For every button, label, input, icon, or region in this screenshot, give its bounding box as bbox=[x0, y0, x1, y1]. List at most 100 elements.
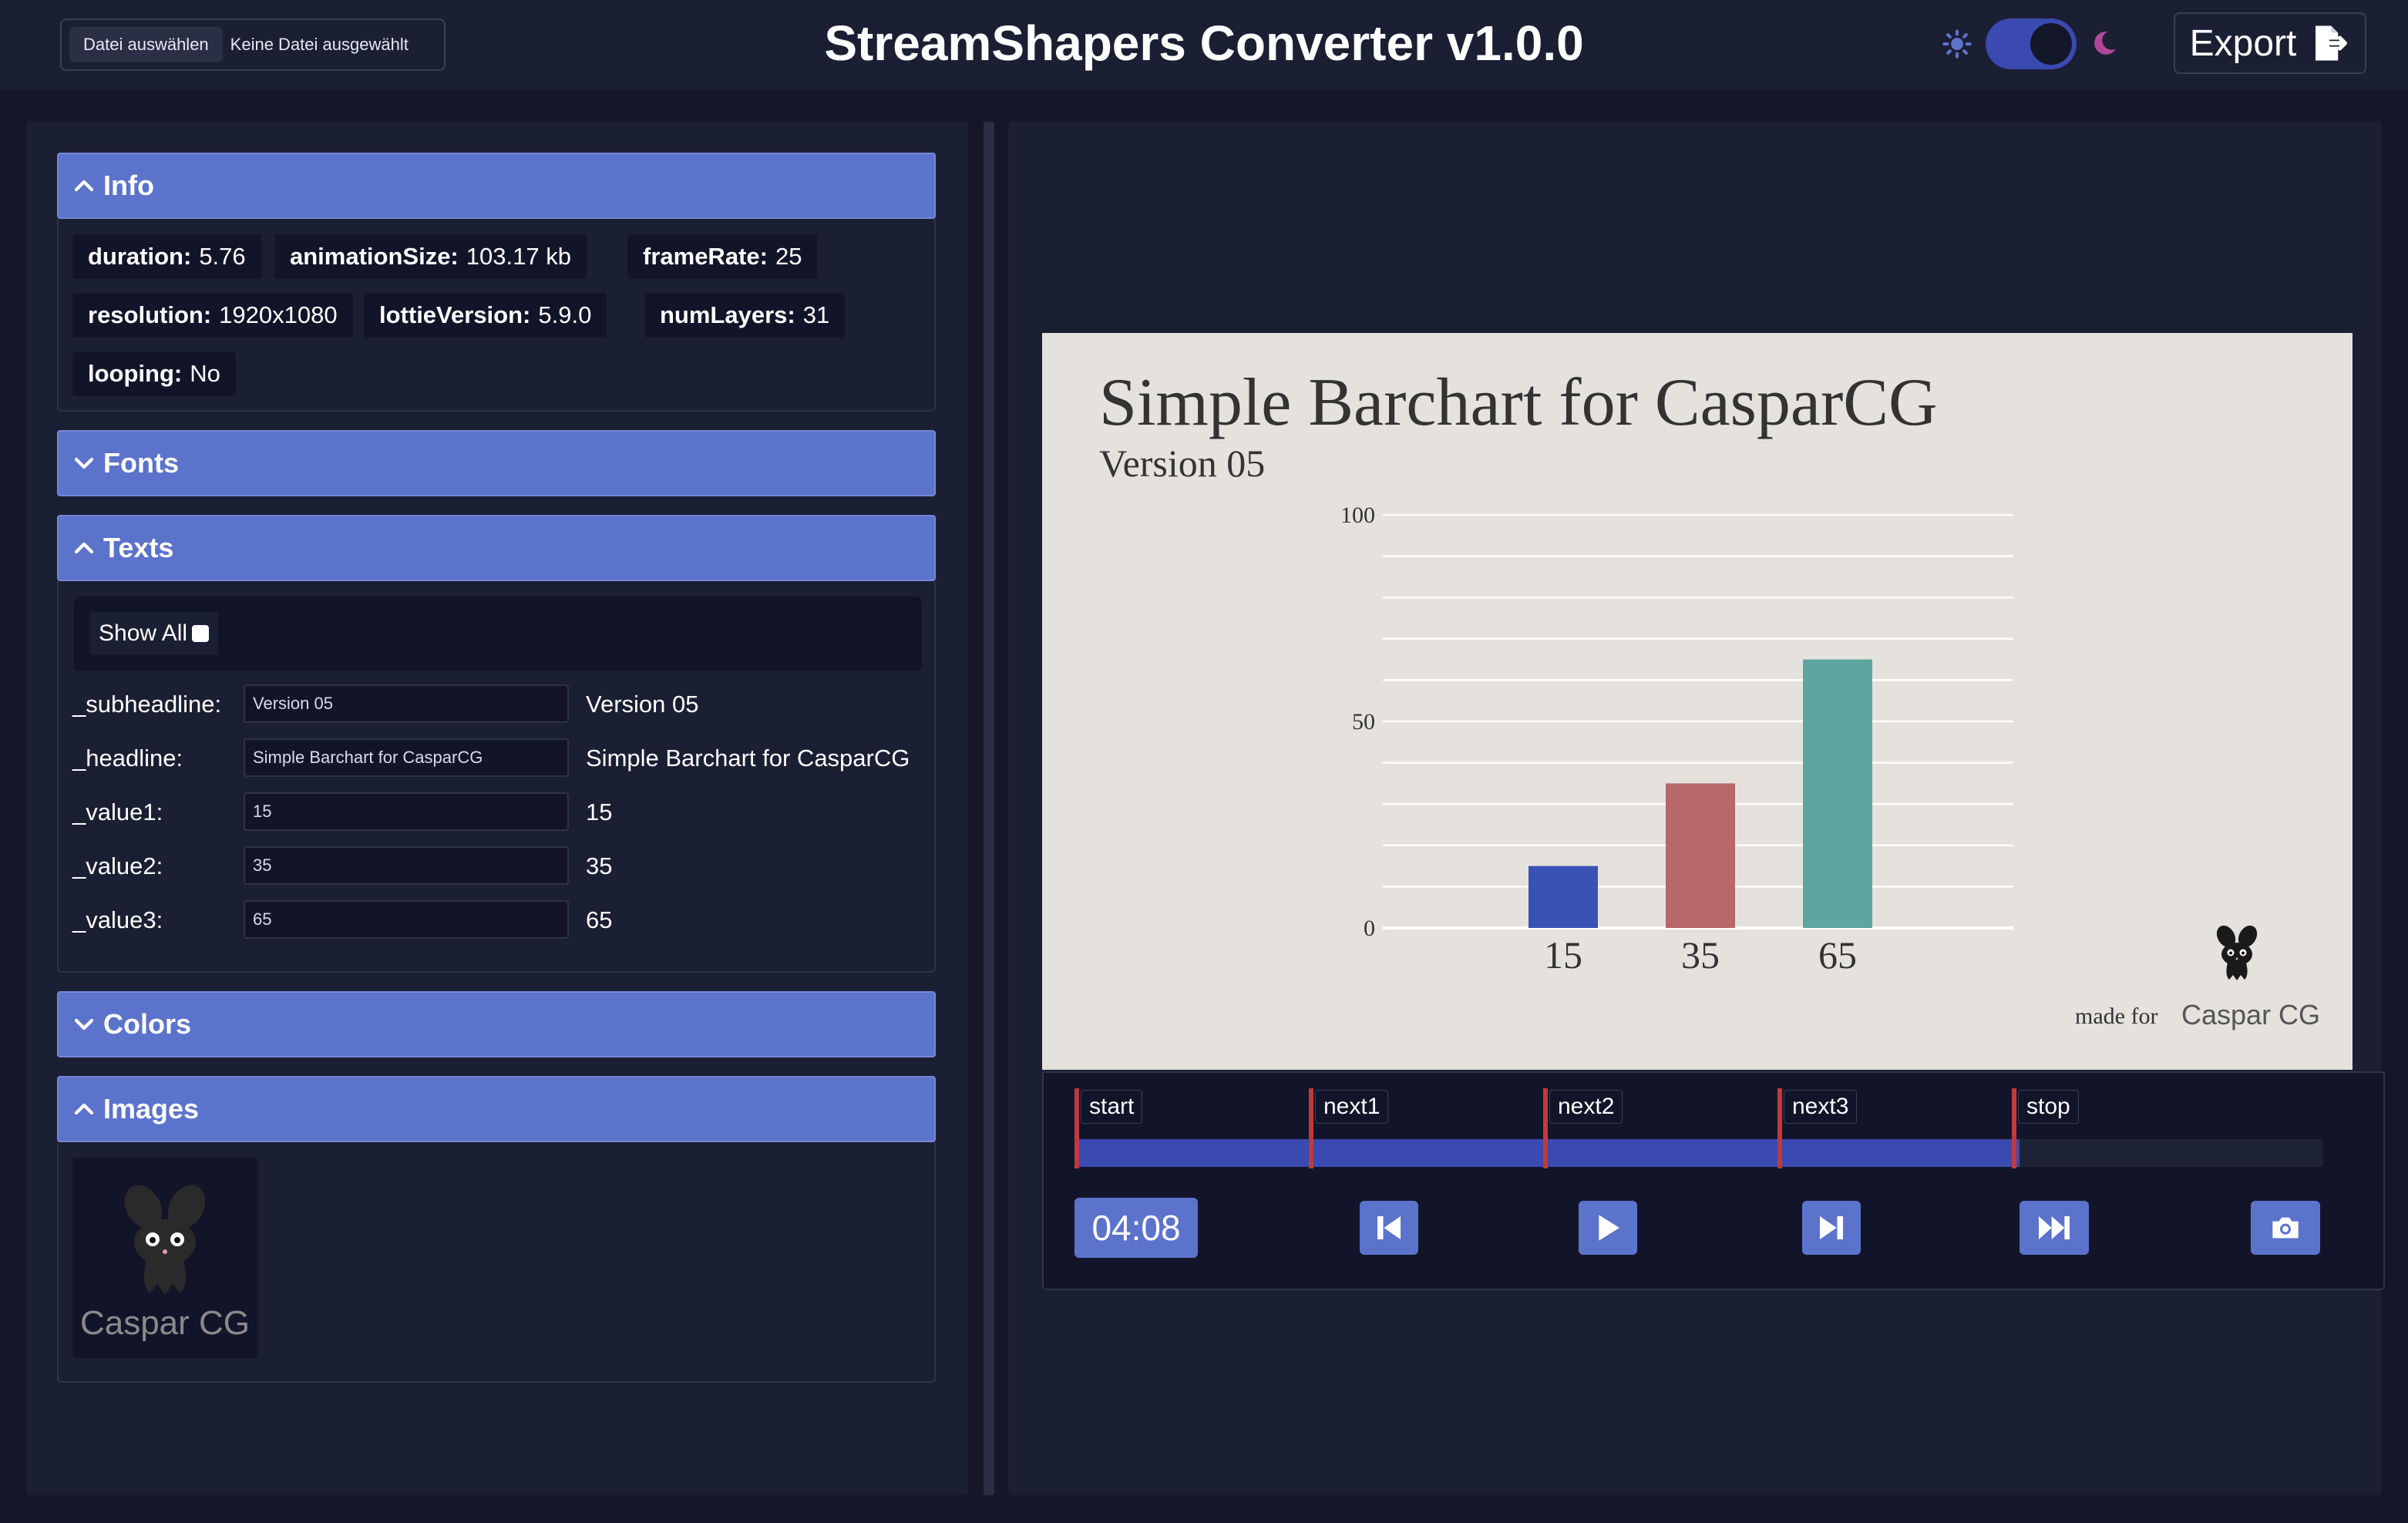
marker-label-stop[interactable]: stop bbox=[2018, 1090, 2079, 1124]
playback-controls: start next1 next2 next3 stop 04:08 bbox=[1042, 1071, 2385, 1290]
info-key: frameRate: bbox=[643, 243, 768, 270]
subheadline-input[interactable]: Version 05 bbox=[244, 684, 569, 723]
info-value: 5.9.0 bbox=[538, 301, 592, 328]
info-section-title: Info bbox=[103, 170, 154, 201]
text-row-label: _headline: bbox=[72, 745, 183, 772]
theme-toggle-knob bbox=[2030, 23, 2072, 65]
show-all-checkbox[interactable] bbox=[192, 625, 210, 642]
text-row-value: 35 bbox=[586, 852, 613, 879]
theme-toggle[interactable] bbox=[1986, 18, 2077, 69]
images-section: Images Caspar CG bbox=[57, 1076, 936, 1383]
caspar-mascot-icon bbox=[124, 1185, 206, 1295]
marker-label-next2[interactable]: next2 bbox=[1549, 1090, 1623, 1124]
chevron-up-icon bbox=[74, 180, 94, 192]
info-section-header[interactable]: Info bbox=[57, 153, 936, 219]
image-thumbnail[interactable]: Caspar CG bbox=[72, 1158, 257, 1358]
chart-x-tick-label: 15 bbox=[1544, 933, 1582, 977]
chart-y-tick-label: 50 bbox=[1352, 709, 1375, 735]
panel-resize-handle[interactable] bbox=[984, 122, 994, 1495]
colors-section-title: Colors bbox=[103, 1008, 192, 1040]
marker-label-next1[interactable]: next1 bbox=[1315, 1090, 1389, 1124]
timeline-marker[interactable] bbox=[1075, 1088, 1079, 1168]
info-key: looping: bbox=[88, 360, 183, 387]
file-status: Keine Datei ausgewählt bbox=[230, 35, 409, 54]
images-section-header[interactable]: Images bbox=[57, 1076, 936, 1142]
skip-back-button[interactable] bbox=[1360, 1201, 1418, 1255]
chart-y-tick-label: 0 bbox=[1364, 916, 1375, 941]
chart-x-tick-label: 65 bbox=[1818, 933, 1857, 977]
show-all-toggle[interactable]: Show All bbox=[89, 612, 219, 655]
timeline-track[interactable] bbox=[1075, 1139, 2323, 1167]
text-row-value: Version 05 bbox=[586, 691, 699, 718]
value2-input[interactable]: 35 bbox=[244, 846, 569, 885]
time-display: 04:08 bbox=[1075, 1198, 1198, 1258]
info-chip-frame-rate: frameRate: 25 bbox=[627, 234, 818, 279]
text-row-label: _value1: bbox=[72, 798, 163, 825]
texts-section-body: Show All _subheadline: Version 05 Versio… bbox=[57, 581, 936, 973]
chevron-up-icon bbox=[74, 1103, 94, 1115]
info-value: 1920x1080 bbox=[219, 301, 338, 328]
text-row-headline: _headline: Simple Barchart for CasparCG … bbox=[72, 738, 928, 778]
step-forward-button[interactable] bbox=[1802, 1201, 1861, 1255]
info-key: duration: bbox=[88, 243, 192, 270]
headline-input[interactable]: Simple Barchart for CasparCG bbox=[244, 738, 569, 777]
info-chip-looping: looping: No bbox=[72, 351, 236, 396]
info-chip-num-layers: numLayers: 31 bbox=[644, 293, 846, 338]
text-row-value1: _value1: 15 15 bbox=[72, 792, 928, 832]
chart-bar bbox=[1529, 866, 1598, 928]
timeline-marker[interactable] bbox=[2012, 1088, 2016, 1168]
info-section-body: duration: 5.76 animationSize: 103.17 kb fr… bbox=[57, 219, 936, 412]
info-key: resolution: bbox=[88, 301, 212, 328]
marker-label-start[interactable]: start bbox=[1081, 1090, 1143, 1124]
step-forward-icon bbox=[1820, 1216, 1843, 1239]
texts-section: Texts Show All _subheadline: Version 05 … bbox=[57, 515, 936, 973]
text-row-subheadline: _subheadline: Version 05 Version 05 bbox=[72, 684, 928, 725]
chart-bar bbox=[1803, 659, 1872, 928]
marker-label-next3[interactable]: next3 bbox=[1784, 1090, 1858, 1124]
value1-input[interactable]: 15 bbox=[244, 792, 569, 831]
text-row-value: Simple Barchart for CasparCG bbox=[586, 745, 910, 772]
info-section: Info duration: 5.76 animationSize: 103.17 … bbox=[57, 153, 936, 412]
animation-preview: Simple Barchart for CasparCG Version 05 … bbox=[1042, 333, 2353, 1070]
info-key: lottieVersion: bbox=[379, 301, 531, 328]
chart-y-tick-label: 100 bbox=[1340, 503, 1375, 528]
fast-forward-icon bbox=[2039, 1216, 2070, 1239]
export-label: Export bbox=[2189, 22, 2297, 64]
info-value: No bbox=[190, 360, 220, 387]
chart-bar bbox=[1666, 783, 1735, 928]
show-all-label: Show All bbox=[99, 620, 188, 646]
export-button[interactable]: Export bbox=[2174, 12, 2366, 74]
chevron-down-icon bbox=[74, 1018, 94, 1030]
choose-file-button[interactable]: Datei auswählen bbox=[69, 27, 223, 62]
show-all-bar: Show All bbox=[74, 597, 922, 671]
info-value: 25 bbox=[775, 243, 802, 270]
text-row-label: _value2: bbox=[72, 852, 163, 879]
bar-chart: 0 50 100 15 35 65 bbox=[1340, 503, 2013, 977]
play-button[interactable] bbox=[1579, 1201, 1637, 1255]
text-row-value3: _value3: 65 65 bbox=[72, 900, 928, 940]
info-value: 103.17 kb bbox=[466, 243, 571, 270]
fonts-section-header[interactable]: Fonts bbox=[57, 430, 936, 496]
timeline-marker[interactable] bbox=[1777, 1088, 1782, 1168]
app-header: Datei auswählen Keine Datei ausgewählt S… bbox=[0, 0, 2408, 89]
file-picker[interactable]: Datei auswählen Keine Datei ausgewählt bbox=[60, 18, 446, 71]
moon-icon bbox=[2094, 31, 2116, 55]
fast-forward-button[interactable] bbox=[2020, 1201, 2089, 1255]
colors-section-header[interactable]: Colors bbox=[57, 991, 936, 1057]
timeline-marker[interactable] bbox=[1309, 1088, 1313, 1168]
texts-section-header[interactable]: Texts bbox=[57, 515, 936, 581]
fonts-section-title: Fonts bbox=[103, 447, 179, 479]
info-chip-animation-size: animationSize: 103.17 kb bbox=[274, 234, 587, 279]
info-chip-resolution: resolution: 1920x1080 bbox=[72, 293, 353, 338]
made-for-label: made for bbox=[2075, 1004, 2158, 1029]
chart-x-tick-label: 35 bbox=[1681, 933, 1720, 977]
images-section-body: Caspar CG bbox=[57, 1142, 936, 1383]
chevron-down-icon bbox=[74, 457, 94, 469]
value3-input[interactable]: 65 bbox=[244, 900, 569, 939]
screenshot-button[interactable] bbox=[2251, 1201, 2320, 1255]
brand-label: Caspar CG bbox=[2181, 999, 2321, 1030]
sun-icon bbox=[1942, 29, 1972, 59]
skip-back-icon bbox=[1377, 1216, 1401, 1239]
info-value: 5.76 bbox=[199, 243, 246, 270]
timeline-marker[interactable] bbox=[1543, 1088, 1548, 1168]
